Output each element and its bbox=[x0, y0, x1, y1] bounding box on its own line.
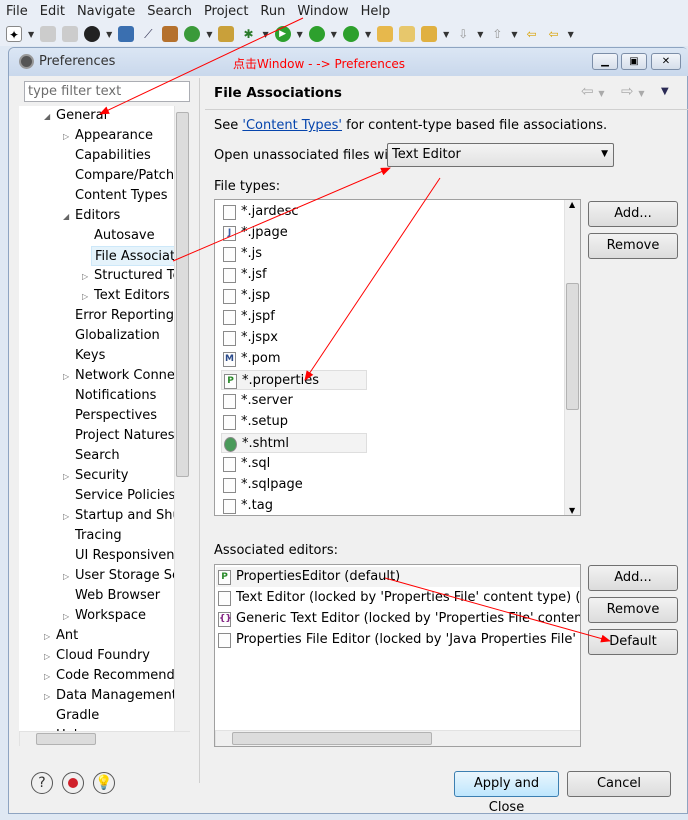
annotation-arrows bbox=[99, 17, 611, 643]
arrow-to-general bbox=[99, 17, 304, 115]
arrow-to-open-with bbox=[172, 167, 391, 262]
arrow-to-default bbox=[384, 577, 611, 643]
arrow-to-properties bbox=[304, 177, 441, 381]
